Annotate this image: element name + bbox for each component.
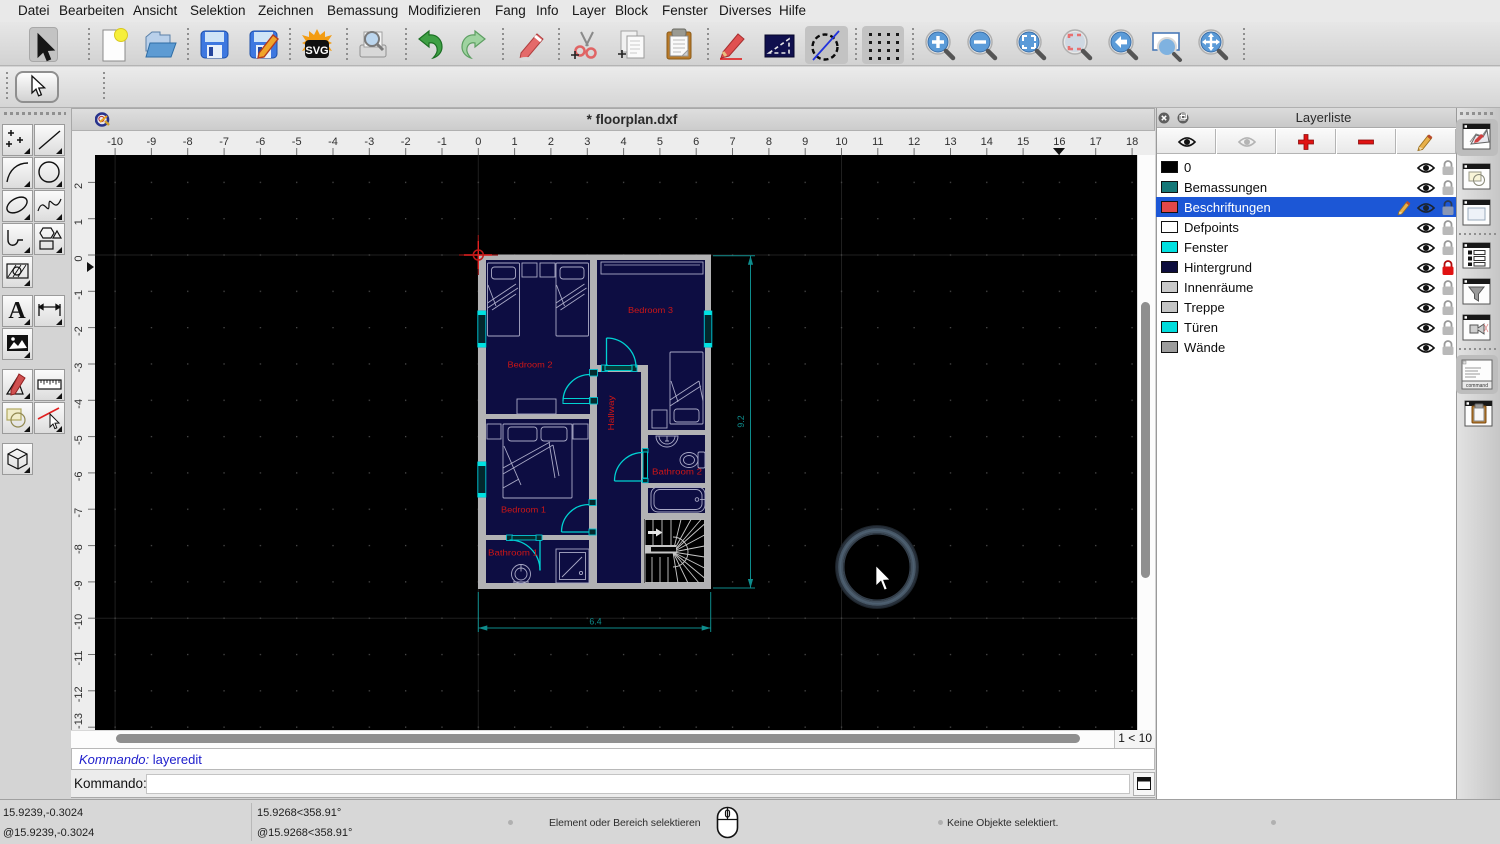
- svg-text:Bedroom 3: Bedroom 3: [628, 306, 674, 315]
- svg-text:-6: -6: [73, 472, 85, 482]
- svg-text:4: 4: [621, 136, 627, 148]
- svg-text:-2: -2: [73, 326, 85, 336]
- svg-text:0: 0: [73, 255, 85, 261]
- svg-text:-13: -13: [73, 713, 85, 729]
- svg-text:-11: -11: [73, 650, 85, 665]
- svg-text:Bedroom 2: Bedroom 2: [508, 361, 553, 370]
- svg-text:13: 13: [944, 136, 956, 148]
- svg-text:-9: -9: [147, 136, 157, 148]
- svg-text:command: command: [1466, 383, 1488, 389]
- svg-text:8: 8: [766, 136, 772, 148]
- svg-text:-5: -5: [73, 435, 85, 445]
- svg-text:Bedroom 1: Bedroom 1: [501, 506, 546, 515]
- svg-text:16: 16: [1053, 136, 1065, 148]
- svg-text:17: 17: [1090, 136, 1102, 148]
- svg-text:9.2: 9.2: [736, 415, 746, 427]
- svg-text:11: 11: [872, 136, 883, 148]
- svg-text:-2: -2: [401, 136, 411, 148]
- svg-text:6.4: 6.4: [589, 617, 601, 627]
- svg-text:-6: -6: [256, 136, 266, 148]
- svg-text:-5: -5: [292, 136, 302, 148]
- svg-text:Hallway: Hallway: [607, 395, 616, 430]
- svg-text:5: 5: [657, 136, 663, 148]
- svg-text:10: 10: [835, 136, 847, 148]
- svg-text:A: A: [8, 298, 26, 324]
- svg-text:1: 1: [512, 136, 518, 148]
- svg-text:2: 2: [548, 136, 554, 148]
- svg-text:3: 3: [584, 136, 590, 148]
- svg-text:-12: -12: [73, 686, 85, 702]
- svg-text:6: 6: [693, 136, 699, 148]
- svg-text:15: 15: [1017, 136, 1029, 148]
- svg-text:-1: -1: [73, 290, 85, 300]
- svg-text:SVG: SVG: [305, 45, 328, 57]
- svg-text:-4: -4: [73, 399, 85, 409]
- svg-text:-10: -10: [107, 136, 123, 148]
- svg-text:9: 9: [802, 136, 808, 148]
- svg-text:-4: -4: [328, 136, 338, 148]
- svg-text:7: 7: [729, 136, 735, 148]
- svg-text:-7: -7: [219, 136, 229, 148]
- svg-text:-7: -7: [73, 508, 85, 518]
- svg-text:-10: -10: [73, 614, 85, 630]
- svg-text:1: 1: [73, 219, 85, 225]
- svg-text:-3: -3: [364, 136, 374, 148]
- svg-text:Bathroom 1: Bathroom 1: [488, 549, 538, 558]
- svg-text:Bathroom 2: Bathroom 2: [652, 468, 702, 477]
- svg-text:12: 12: [908, 136, 920, 148]
- svg-text:2: 2: [73, 183, 85, 189]
- svg-text:0: 0: [475, 136, 481, 148]
- svg-text:-9: -9: [73, 581, 85, 591]
- svg-text:-1: -1: [437, 136, 447, 148]
- svg-text:-3: -3: [73, 363, 85, 373]
- svg-text:18: 18: [1126, 136, 1138, 148]
- svg-text:-8: -8: [73, 544, 85, 554]
- svg-text:-8: -8: [183, 136, 193, 148]
- svg-text:14: 14: [981, 136, 993, 148]
